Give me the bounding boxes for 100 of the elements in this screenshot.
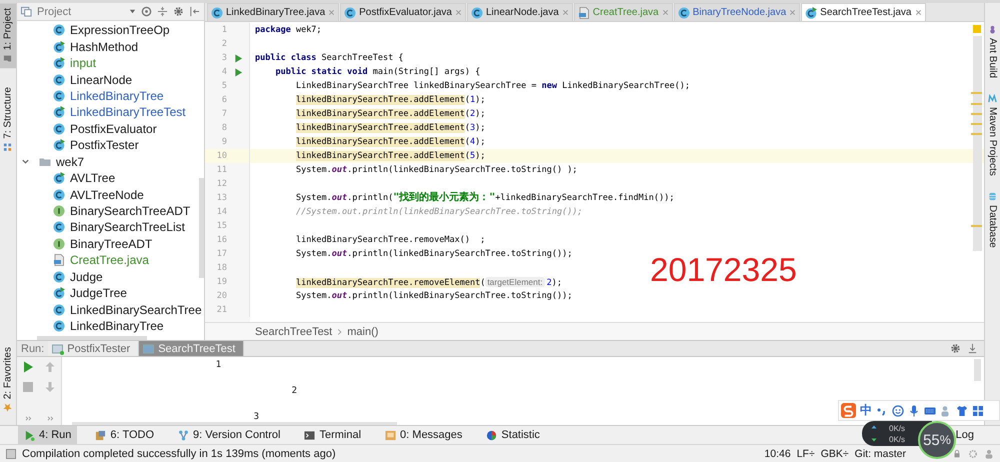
microphone-icon[interactable]: [908, 404, 920, 416]
code-line: //System.out.println(linkedBinarySearchTree.toString());: [294, 206, 583, 219]
scrollbar[interactable]: [37, 336, 147, 340]
tree-item[interactable]: LinkedBinaryTree: [70, 88, 164, 103]
panel-title[interactable]: Project: [37, 6, 72, 18]
close-icon[interactable]: [328, 9, 336, 16]
tool-window-button[interactable]: Terminal: [298, 426, 368, 444]
close-icon[interactable]: [562, 9, 569, 16]
scrollbar[interactable]: [199, 178, 204, 278]
console-icon: [143, 342, 156, 354]
smiley-icon[interactable]: [892, 404, 904, 416]
caret-icon[interactable]: [129, 8, 136, 15]
tree-item[interactable]: PostfixTester: [70, 138, 139, 152]
close-icon[interactable]: [662, 9, 669, 16]
tool-window-button[interactable]: Log: [954, 426, 976, 444]
line-number: 12: [216, 179, 227, 189]
breadcrumb-item[interactable]: SearchTreeTest: [255, 326, 332, 338]
lock-icon[interactable]: [952, 448, 962, 458]
run-tab[interactable]: PostfixTester: [48, 341, 140, 356]
code-line: LinkedBinarySearchTree linkedBinarySearchTree = new LinkedBinarySearchTree();: [294, 80, 690, 93]
shirt-icon[interactable]: [956, 404, 968, 416]
close-icon[interactable]: [789, 9, 796, 16]
tree-item[interactable]: input: [70, 56, 96, 70]
todo-icon: [95, 430, 106, 440]
tree-item[interactable]: LinkedBinarySearchTree: [70, 302, 202, 317]
branch-icon: [178, 430, 190, 440]
run-icon[interactable]: [234, 54, 242, 62]
close-icon[interactable]: [454, 9, 462, 16]
tree-item[interactable]: ExpressionTreeOp: [70, 23, 170, 38]
tree-item[interactable]: BinaryTreeADT: [70, 236, 152, 251]
collapse-icon[interactable]: [157, 6, 168, 17]
scroll-mark[interactable]: [971, 102, 982, 105]
tree-item[interactable]: LinkedBinaryTreeTest: [70, 105, 186, 120]
scroll-mark[interactable]: [971, 133, 982, 136]
layout-icon[interactable]: [6, 448, 16, 458]
close-icon[interactable]: [914, 9, 922, 16]
tool-window-button[interactable]: 6: TODO: [89, 426, 160, 444]
ime-logo-icon[interactable]: [841, 403, 856, 418]
console-output: 3: [252, 412, 260, 422]
tool-window-tab[interactable]: Database: [986, 190, 1000, 250]
hide-icon[interactable]: [189, 6, 200, 17]
code-line: package wek7;: [255, 24, 322, 37]
messages-icon: [385, 430, 396, 440]
grid-icon[interactable]: [972, 404, 984, 416]
breadcrumb-item[interactable]: main(): [347, 326, 378, 338]
scroll-mark[interactable]: [971, 112, 982, 115]
tree-item[interactable]: LinearNode: [70, 72, 132, 87]
editor-tab[interactable]: BinaryTreeNode.java: [674, 3, 800, 21]
editor-tab[interactable]: SearchTreeTest.java: [801, 3, 926, 21]
editor-tab[interactable]: LinkedBinaryTree.java: [207, 3, 340, 21]
structure-icon: [4, 142, 12, 152]
tool-window-tab[interactable]: Maven Projects: [986, 92, 1000, 178]
line-number: 5: [220, 81, 227, 91]
tool-window-tab[interactable]: 1: Project: [0, 3, 16, 68]
tool-window-tab[interactable]: 7: Structure: [0, 82, 16, 157]
tree-item[interactable]: Judge: [70, 270, 103, 284]
scrollbar[interactable]: [72, 422, 397, 425]
person-icon[interactable]: [984, 448, 994, 458]
tree-item[interactable]: AVLTree: [70, 171, 116, 186]
tool-window-button[interactable]: Statistic: [480, 426, 546, 444]
status-item[interactable]: 10:46: [764, 448, 791, 460]
run-icon[interactable]: [234, 68, 242, 76]
tree-item[interactable]: JudgeTree: [70, 286, 127, 300]
editor-tab[interactable]: PostfixEvaluator.java: [340, 3, 466, 21]
scrollbar[interactable]: [973, 36, 982, 251]
status-item[interactable]: Git: master: [854, 448, 906, 460]
editor-tab[interactable]: LinearNode.java: [466, 3, 573, 21]
tree-item[interactable]: AVLTreeNode: [70, 188, 144, 202]
tool-window-button[interactable]: 9: Version Control: [172, 426, 286, 444]
settings-icon[interactable]: [173, 6, 184, 17]
keyboard-icon[interactable]: [924, 404, 936, 416]
hide-icon[interactable]: [967, 343, 978, 354]
expand-icon[interactable]: [46, 416, 54, 421]
class-icon: [53, 90, 65, 102]
scrollbar[interactable]: [974, 359, 981, 381]
interface-icon: [53, 238, 65, 250]
tree-item[interactable]: LinkedBinaryTree: [70, 319, 164, 334]
tool-window-tab[interactable]: Ant Build: [986, 23, 1000, 80]
line-number: 14: [216, 207, 227, 217]
tree-item[interactable]: BinarySearchTreeADT: [70, 204, 190, 218]
tree-item[interactable]: wek7: [56, 154, 84, 169]
scroll-mark[interactable]: [971, 225, 982, 228]
line-number: 1: [220, 25, 227, 35]
scroll-mark[interactable]: [971, 92, 982, 94]
tree-item[interactable]: CreatTree.java: [70, 253, 149, 268]
status-item[interactable]: LF÷: [796, 448, 815, 460]
input-mode-toggle[interactable]: 中: [860, 402, 872, 419]
settings-icon[interactable]: [950, 343, 961, 354]
expand-icon[interactable]: [24, 416, 32, 421]
chevron-down-icon[interactable]: [21, 157, 30, 166]
tree-item[interactable]: PostfixEvaluator: [70, 122, 157, 136]
tool-window-tab[interactable]: 2: Favorites: [0, 342, 16, 417]
target-icon[interactable]: [141, 6, 152, 17]
status-item[interactable]: GBK÷: [820, 448, 849, 460]
tree-item[interactable]: BinarySearchTreeList: [70, 220, 185, 234]
folder-icon: [39, 156, 51, 168]
tool-window-button[interactable]: 0: Messages: [379, 426, 468, 444]
tool-window-button[interactable]: 4: Run: [18, 426, 78, 444]
scroll-mark[interactable]: [971, 123, 982, 126]
tree-item[interactable]: HashMethod: [70, 40, 138, 54]
